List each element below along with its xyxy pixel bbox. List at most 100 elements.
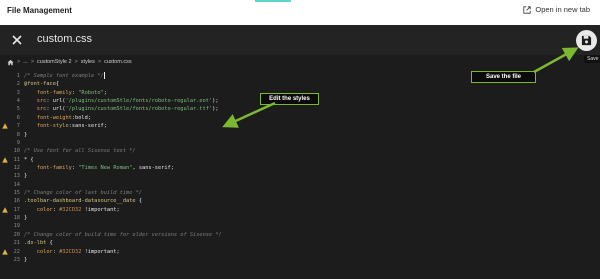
code-token: : url( bbox=[46, 106, 66, 113]
code-token: ; bbox=[103, 89, 107, 96]
code-text: /* Sample font example */ bbox=[24, 72, 105, 80]
code-text: /* Change color of last build time */ bbox=[24, 189, 142, 197]
code-token: color bbox=[24, 206, 53, 213]
code-line[interactable]: 21 .ds-lbt { bbox=[0, 239, 600, 247]
code-token: !important; bbox=[81, 248, 120, 255]
line-number: 23 bbox=[13, 256, 20, 263]
code-text: font-family: "Roboto"; bbox=[24, 89, 107, 97]
file-name-title: custom.css bbox=[37, 33, 93, 45]
line-number: 14 bbox=[13, 181, 20, 188]
code-line[interactable]: 13} bbox=[0, 172, 600, 180]
code-line[interactable]: 11 * { bbox=[0, 156, 600, 164]
line-number: 20 bbox=[13, 231, 20, 238]
code-token: /* Change color of build time for older … bbox=[24, 231, 222, 238]
open-in-new-tab-link[interactable]: Open in new tab bbox=[523, 5, 590, 14]
floppy-disk-icon bbox=[581, 35, 592, 46]
code-line[interactable]: 5 src: url('/plugins/customStle/fonts/ro… bbox=[0, 105, 600, 113]
code-token: /* Use font for all Sisense text */ bbox=[24, 148, 136, 155]
accent-bar bbox=[255, 0, 291, 2]
code-line[interactable]: 18} bbox=[0, 214, 600, 222]
breadcrumb: > ... > customStyle 2 > styles > custom.… bbox=[7, 57, 132, 67]
close-icon[interactable] bbox=[11, 34, 23, 46]
code-token: #32CD32 bbox=[59, 248, 82, 255]
code-token: .toolbar-dashboard-datasource__date bbox=[24, 198, 136, 205]
line-number: 1 bbox=[16, 73, 20, 79]
code-token: @font-face bbox=[24, 81, 56, 88]
code-line[interactable]: 22 color: #32CD32 !important; bbox=[0, 248, 600, 256]
code-line[interactable]: 16 .toolbar-dashboard-datasource__date { bbox=[0, 197, 600, 205]
code-token: .ds-lbt bbox=[24, 240, 47, 247]
code-text: color: #32CD32 !important; bbox=[24, 206, 120, 214]
code-text: color: #32CD32 !important; bbox=[24, 248, 120, 256]
code-token: "Times New Roman" bbox=[78, 164, 133, 171]
breadcrumb-separator: > bbox=[30, 59, 35, 65]
line-number: 21 bbox=[13, 240, 20, 247]
save-button[interactable] bbox=[576, 30, 597, 51]
code-token: '/plugins/customStle/fonts/roboto-regula… bbox=[65, 106, 213, 113]
code-text: font-family: "Times New Roman", sans-ser… bbox=[24, 164, 174, 172]
line-number: 9 bbox=[16, 139, 20, 146]
code-text: * { bbox=[24, 156, 34, 164]
code-line[interactable]: 6 font-weight:bold; bbox=[0, 114, 600, 122]
code-token: font-weight bbox=[24, 114, 72, 121]
line-number: 13 bbox=[13, 173, 20, 180]
code-line[interactable]: 10 /* Use font for all Sisense text */ bbox=[0, 147, 600, 155]
external-link-icon bbox=[523, 5, 531, 14]
line-number: 19 bbox=[13, 223, 20, 230]
code-line[interactable]: 17 color: #32CD32 !important; bbox=[0, 206, 600, 214]
code-token: !important; bbox=[81, 206, 120, 213]
text-cursor bbox=[103, 72, 105, 79]
code-line[interactable]: 12 font-family: "Times New Roman", sans-… bbox=[0, 164, 600, 172]
code-token: '/plugins/customStle/fonts/roboto-regula… bbox=[65, 98, 213, 105]
code-line[interactable]: 15 /* Change color of last build time */ bbox=[0, 189, 600, 197]
line-number: 8 bbox=[16, 131, 20, 138]
code-line[interactable]: 8} bbox=[0, 131, 600, 139]
breadcrumb-separator: > bbox=[97, 59, 102, 65]
code-token: } bbox=[24, 215, 28, 222]
code-line[interactable]: 20 /* Change color of build time for olde… bbox=[0, 231, 600, 239]
line-number: 11 bbox=[13, 156, 20, 163]
code-token: /* Sample font example */ bbox=[24, 73, 104, 79]
code-line[interactable]: 23} bbox=[0, 256, 600, 264]
code-token: * { bbox=[24, 156, 34, 163]
code-line[interactable]: 19 bbox=[0, 222, 600, 230]
code-token: } bbox=[24, 131, 28, 138]
code-token: "Roboto" bbox=[78, 89, 104, 96]
line-number: 5 bbox=[16, 106, 20, 113]
save-tooltip: Save bbox=[584, 55, 600, 63]
code-text: src: url('/plugins/customStle/fonts/robo… bbox=[24, 97, 219, 105]
code-line[interactable]: 9 bbox=[0, 139, 600, 147]
line-number: 16 bbox=[13, 198, 20, 205]
breadcrumb-item-file: custom.css bbox=[104, 59, 132, 65]
code-token: #32CD32 bbox=[59, 206, 82, 213]
breadcrumb-separator: > bbox=[74, 59, 78, 65]
breadcrumb-item-styles[interactable]: styles bbox=[81, 59, 95, 65]
code-text: font-style:sans-serif; bbox=[24, 122, 107, 130]
code-token: color bbox=[24, 248, 53, 255]
open-in-new-tab-label: Open in new tab bbox=[535, 5, 590, 14]
code-text: .toolbar-dashboard-datasource__date { bbox=[24, 197, 142, 205]
breadcrumb-item-ellipsis[interactable]: ... bbox=[23, 59, 28, 65]
code-token: } bbox=[24, 256, 28, 263]
line-number: 7 bbox=[16, 123, 20, 130]
line-number: 2 bbox=[16, 81, 20, 88]
code-token: font-style bbox=[24, 123, 69, 130]
code-text: /* Use font for all Sisense text */ bbox=[24, 147, 136, 155]
edit-styles-callout: Edit the styles bbox=[260, 93, 319, 105]
breadcrumb-item-customstyle[interactable]: customStyle 2 bbox=[37, 59, 72, 65]
home-icon[interactable] bbox=[7, 59, 14, 66]
code-text: font-weight:bold; bbox=[24, 114, 91, 122]
line-number: 3 bbox=[16, 89, 20, 96]
line-number: 15 bbox=[13, 190, 20, 197]
editor-header: custom.css bbox=[0, 25, 600, 55]
code-line[interactable]: 7 font-style:sans-serif; bbox=[0, 122, 600, 130]
code-token: { bbox=[46, 240, 53, 247]
code-token: /* Change color of last build time */ bbox=[24, 190, 142, 197]
line-number: 22 bbox=[13, 248, 20, 255]
code-token: font-family bbox=[24, 164, 72, 171]
code-token: :sans-serif; bbox=[68, 123, 107, 130]
code-text: .ds-lbt { bbox=[24, 239, 53, 247]
code-text: } bbox=[24, 214, 27, 222]
line-number: 17 bbox=[13, 206, 20, 213]
code-line[interactable]: 14 bbox=[0, 181, 600, 189]
